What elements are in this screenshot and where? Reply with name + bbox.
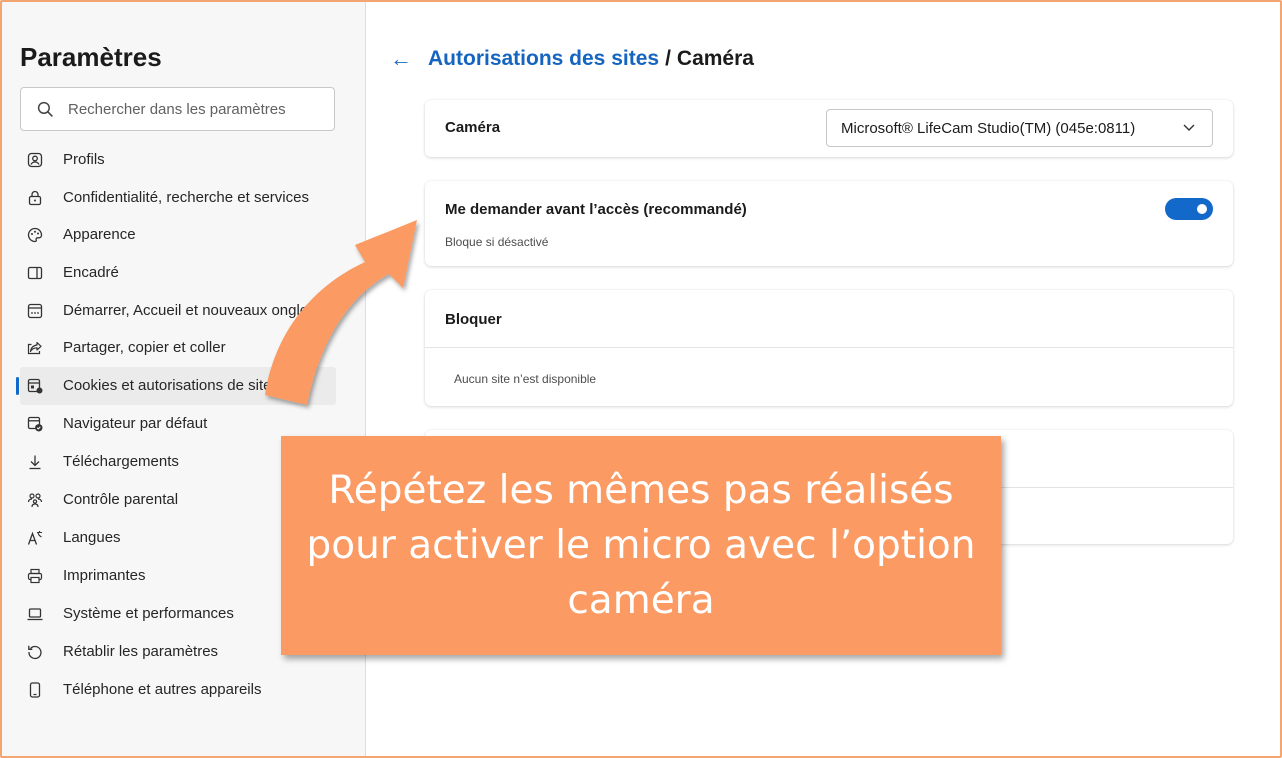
- sidebar-item-label: Apparence: [63, 226, 136, 243]
- family-icon: [26, 491, 44, 509]
- sidebar-item-label: Langues: [63, 529, 121, 546]
- sidebar-title: Paramètres: [20, 42, 162, 72]
- lock-icon: [26, 189, 44, 207]
- phone-icon: [26, 681, 44, 699]
- sidebar-item-label: Navigateur par défaut: [63, 415, 208, 432]
- block-title: Bloquer: [445, 311, 502, 328]
- sidebar-item-profiles[interactable]: Profils: [20, 141, 336, 179]
- sidebar-icon: [26, 264, 44, 282]
- sidebar-item-label: Imprimantes: [63, 567, 146, 584]
- sidebar-item-label: Système et performances: [63, 605, 234, 622]
- callout-text: Répétez les mêmes pas réalisés pour acti…: [306, 468, 976, 623]
- sidebar-item-label: Rétablir les paramètres: [63, 643, 219, 660]
- download-icon: [26, 453, 44, 471]
- search-placeholder: Rechercher dans les paramètres: [68, 100, 286, 118]
- printer-icon: [26, 567, 44, 585]
- default-browser-icon: [26, 415, 44, 433]
- sidebar-item-label: Cookies et autorisations de site: [63, 377, 272, 394]
- share-icon: [26, 339, 44, 357]
- chevron-down-icon: [1183, 124, 1195, 131]
- sidebar-item-label: Contrôle parental: [63, 491, 179, 508]
- camera-select-card: Caméra Microsoft® LifeCam Studio(TM) (04…: [425, 100, 1233, 157]
- ask-before-access-sub: Bloque si désactivé: [445, 235, 549, 249]
- laptop-icon: [26, 605, 44, 623]
- ask-before-access-card: Me demander avant l’accès (recommandé) B…: [425, 181, 1233, 266]
- sidebar-item-label: Encadré: [63, 264, 119, 281]
- breadcrumb-separator: /: [665, 47, 671, 70]
- palette-icon: [26, 226, 44, 244]
- start-page-icon: [26, 302, 44, 320]
- camera-dropdown[interactable]: Microsoft® LifeCam Studio(TM) (045e:0811…: [826, 109, 1213, 147]
- languages-icon: [26, 529, 44, 547]
- block-empty-text: Aucun site n’est disponible: [454, 372, 597, 386]
- breadcrumb: ← Autorisations des sites / Caméra: [390, 46, 754, 72]
- profile-icon: [26, 151, 44, 169]
- camera-label: Caméra: [445, 119, 501, 136]
- curved-arrow-icon: [265, 220, 417, 405]
- block-card: Bloquer Aucun site n’est disponible: [425, 290, 1233, 406]
- divider: [425, 347, 1233, 348]
- cookies-icon: [26, 377, 44, 395]
- sidebar-item-label: Téléphone et autres appareils: [63, 681, 262, 698]
- ask-before-access-label: Me demander avant l’accès (recommandé): [445, 201, 747, 218]
- sidebar-item-label: Partager, copier et coller: [63, 339, 226, 356]
- breadcrumb-current: Caméra: [676, 47, 754, 70]
- sidebar-item-phone[interactable]: Téléphone et autres appareils: [20, 671, 336, 709]
- instruction-callout: Répétez les mêmes pas réalisés pour acti…: [281, 436, 1001, 655]
- sidebar-item-label: Téléchargements: [63, 453, 179, 470]
- back-arrow-icon[interactable]: ←: [390, 46, 412, 72]
- search-input[interactable]: Rechercher dans les paramètres: [20, 87, 335, 131]
- camera-selected-value: Microsoft® LifeCam Studio(TM) (045e:0811…: [841, 119, 1136, 137]
- search-icon: [37, 101, 53, 117]
- breadcrumb-parent-link[interactable]: Autorisations des sites: [428, 47, 659, 71]
- reset-icon: [26, 643, 44, 661]
- sidebar-item-label: Profils: [63, 151, 105, 168]
- ask-before-access-toggle[interactable]: [1165, 198, 1213, 220]
